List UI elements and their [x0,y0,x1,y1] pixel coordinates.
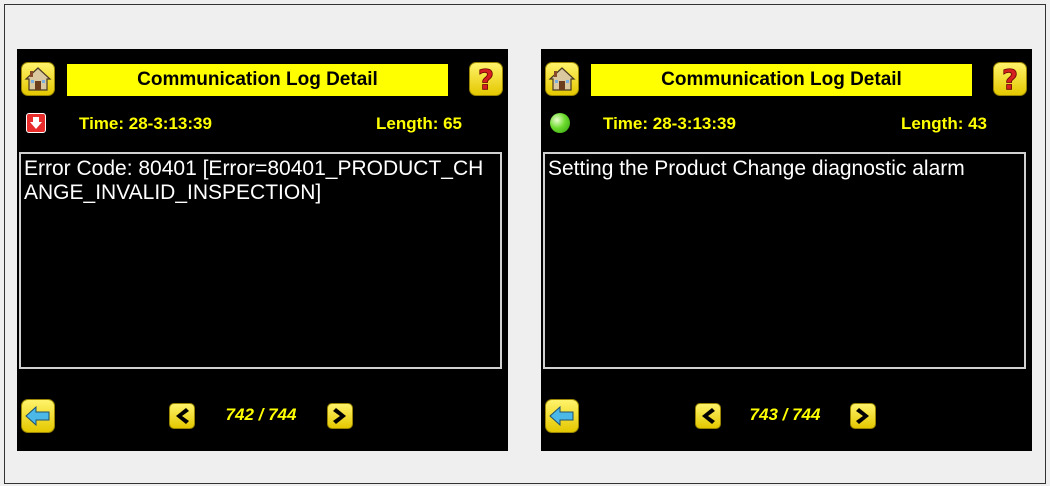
chevron-left-icon [176,408,189,424]
home-icon [24,67,52,91]
log-detail-screen-743: Communication Log Detail ? Time: 28-3:13… [541,49,1032,451]
log-time: Time: 28-3:13:39 [603,114,736,133]
figure-frame: Communication Log Detail ? Time: 28-3:13… [4,4,1046,484]
question-mark-icon: ? [477,65,494,93]
question-mark-icon: ? [1001,65,1018,93]
previous-page-button[interactable] [169,403,195,429]
back-button[interactable] [545,399,579,433]
green-status-icon [550,113,570,133]
page-title: Communication Log Detail [591,64,972,96]
page-counter: 742 / 744 [225,405,297,424]
log-time: Time: 28-3:13:39 [79,114,212,133]
log-info-row: Time: 28-3:13:39 Length: 65 [17,113,508,135]
log-message-box: Error Code: 80401 [Error=80401_PRODUCT_C… [19,152,502,369]
help-button[interactable]: ? [993,62,1027,96]
next-page-button[interactable] [327,403,353,429]
log-length: Length: 43 [901,114,987,133]
error-arrow-icon [26,113,46,133]
back-arrow-icon [549,406,574,426]
help-button[interactable]: ? [469,62,503,96]
log-message-box: Setting the Product Change diagnostic al… [543,152,1026,369]
previous-page-button[interactable] [695,403,721,429]
page-title: Communication Log Detail [67,64,448,96]
back-arrow-icon [25,406,50,426]
page-counter: 743 / 744 [749,405,821,424]
home-button[interactable] [545,62,579,96]
svg-text:?: ? [478,65,494,93]
log-detail-screen-742: Communication Log Detail ? Time: 28-3:13… [17,49,508,451]
chevron-left-icon [702,408,715,424]
next-page-button[interactable] [850,403,876,429]
svg-text:?: ? [1002,65,1018,93]
chevron-right-icon [856,408,869,424]
log-length: Length: 65 [376,114,462,133]
chevron-right-icon [333,408,346,424]
home-button[interactable] [21,62,55,96]
log-info-row: Time: 28-3:13:39 Length: 43 [541,113,1032,135]
home-icon [548,67,576,91]
back-button[interactable] [21,399,55,433]
